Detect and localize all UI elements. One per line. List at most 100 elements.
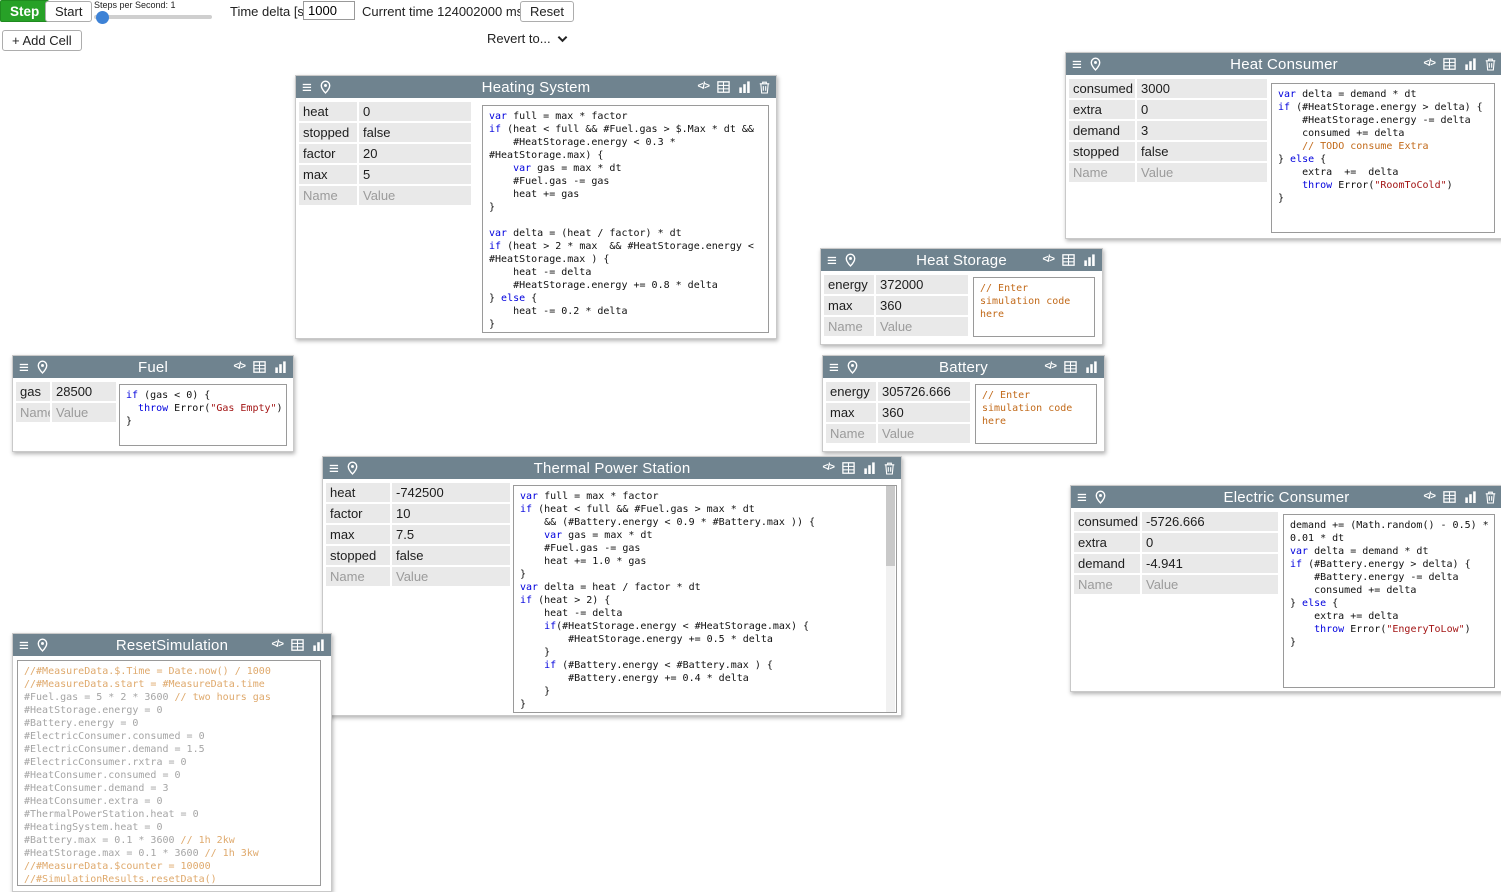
start-button[interactable]: Start xyxy=(45,1,92,22)
table-view-icon[interactable] xyxy=(842,462,855,474)
code-editor[interactable]: // Enter simulation code here xyxy=(975,384,1097,444)
step-button[interactable]: Step xyxy=(0,0,49,22)
attr-value-placeholder[interactable]: Value xyxy=(392,567,510,586)
code-editor[interactable]: // Enter simulation code here xyxy=(973,277,1095,337)
chart-view-icon[interactable] xyxy=(1464,58,1477,70)
code-view-icon[interactable]: </> xyxy=(1424,492,1435,502)
attr-name-cell[interactable]: energy xyxy=(824,275,874,294)
attr-value-cell[interactable]: 3000 xyxy=(1137,79,1267,98)
menu-icon[interactable]: ≡ xyxy=(302,79,312,96)
code-view-icon[interactable]: </> xyxy=(234,362,245,372)
attr-value-cell[interactable]: false xyxy=(1137,142,1267,161)
attr-name-cell[interactable]: heat xyxy=(299,102,357,121)
attr-value-placeholder[interactable]: Value xyxy=(878,424,970,443)
code-view-icon[interactable]: </> xyxy=(272,640,283,650)
attr-value-placeholder[interactable]: Value xyxy=(1137,163,1267,182)
attr-name-placeholder[interactable]: Name xyxy=(1074,575,1140,594)
steps-per-second-slider[interactable] xyxy=(94,11,212,24)
code-view-icon[interactable]: </> xyxy=(1045,362,1056,372)
attr-value-cell[interactable]: 10 xyxy=(392,504,510,523)
reset-button[interactable]: Reset xyxy=(520,1,574,22)
pin-icon[interactable] xyxy=(847,360,858,374)
attr-value-cell[interactable]: 0 xyxy=(359,102,471,121)
attr-value-cell[interactable]: false xyxy=(392,546,510,565)
delete-icon[interactable] xyxy=(1485,491,1496,504)
card-header[interactable]: ≡ Fuel </> xyxy=(13,356,293,378)
attr-name-placeholder[interactable]: Name xyxy=(1069,163,1135,182)
code-editor[interactable]: var full = max * factorif (heat < full &… xyxy=(513,485,897,713)
pin-icon[interactable] xyxy=(845,253,856,267)
delete-icon[interactable] xyxy=(1485,58,1496,71)
attr-name-cell[interactable]: stopped xyxy=(1069,142,1135,161)
attr-name-cell[interactable]: consumed xyxy=(1069,79,1135,98)
attr-name-cell[interactable]: max xyxy=(299,165,357,184)
attr-name-cell[interactable]: consumed xyxy=(1074,512,1140,531)
menu-icon[interactable]: ≡ xyxy=(19,637,29,654)
chart-view-icon[interactable] xyxy=(1083,254,1096,266)
pin-icon[interactable] xyxy=(37,638,48,652)
attr-value-placeholder[interactable]: Value xyxy=(52,403,116,422)
card-header[interactable]: ≡ Battery </> xyxy=(823,356,1104,378)
pin-icon[interactable] xyxy=(1095,490,1106,504)
attr-value-cell[interactable]: false xyxy=(359,123,471,142)
code-view-icon[interactable]: </> xyxy=(1424,59,1435,69)
chart-view-icon[interactable] xyxy=(863,462,876,474)
attr-value-placeholder[interactable]: Value xyxy=(876,317,968,336)
card-header[interactable]: ≡ ResetSimulation </> xyxy=(13,634,331,656)
chart-view-icon[interactable] xyxy=(274,361,287,373)
menu-icon[interactable]: ≡ xyxy=(1072,56,1082,73)
code-view-icon[interactable]: </> xyxy=(1043,255,1054,265)
attr-value-cell[interactable]: -742500 xyxy=(392,483,510,502)
pin-icon[interactable] xyxy=(1090,57,1101,71)
attr-value-placeholder[interactable]: Value xyxy=(359,186,471,205)
slider-knob[interactable] xyxy=(96,11,109,24)
code-editor[interactable]: if (gas < 0) { throw Error("Gas Empty")} xyxy=(119,384,287,446)
attr-value-placeholder[interactable]: Value xyxy=(1142,575,1278,594)
table-view-icon[interactable] xyxy=(1062,254,1075,266)
table-view-icon[interactable] xyxy=(291,639,304,651)
table-view-icon[interactable] xyxy=(1443,491,1456,503)
code-view-icon[interactable]: </> xyxy=(698,82,709,92)
attr-value-cell[interactable]: 3 xyxy=(1137,121,1267,140)
scrollbar-thumb[interactable] xyxy=(886,486,895,566)
code-editor[interactable]: demand += (Math.random() - 0.5) *0.01 * … xyxy=(1283,514,1495,688)
attr-value-cell[interactable]: 305726.666 xyxy=(878,382,970,401)
attr-name-placeholder[interactable]: Name xyxy=(299,186,357,205)
attr-name-cell[interactable]: gas xyxy=(16,382,50,401)
attr-value-cell[interactable]: 5 xyxy=(359,165,471,184)
table-view-icon[interactable] xyxy=(717,81,730,93)
attr-value-cell[interactable]: -5726.666 xyxy=(1142,512,1278,531)
card-header[interactable]: ≡ Thermal Power Station </> xyxy=(323,457,901,479)
attr-name-cell[interactable]: max xyxy=(824,296,874,315)
attr-name-cell[interactable]: stopped xyxy=(299,123,357,142)
attr-value-cell[interactable]: 28500 xyxy=(52,382,116,401)
chart-view-icon[interactable] xyxy=(738,81,751,93)
attr-name-cell[interactable]: extra xyxy=(1074,533,1140,552)
menu-icon[interactable]: ≡ xyxy=(829,359,839,376)
card-header[interactable]: ≡ Electric Consumer </> xyxy=(1071,486,1501,508)
attr-name-placeholder[interactable]: Name xyxy=(16,403,50,422)
attr-name-cell[interactable]: max xyxy=(826,403,876,422)
attr-name-cell[interactable]: stopped xyxy=(326,546,390,565)
attr-value-cell[interactable]: 360 xyxy=(878,403,970,422)
code-editor[interactable]: var delta = demand * dtif (#HeatStorage.… xyxy=(1271,83,1495,233)
chart-view-icon[interactable] xyxy=(312,639,325,651)
table-view-icon[interactable] xyxy=(1443,58,1456,70)
attr-value-cell[interactable]: 20 xyxy=(359,144,471,163)
attr-value-cell[interactable]: 7.5 xyxy=(392,525,510,544)
chart-view-icon[interactable] xyxy=(1464,491,1477,503)
attr-name-cell[interactable]: demand xyxy=(1074,554,1140,573)
attr-value-cell[interactable]: -4.941 xyxy=(1142,554,1278,573)
revert-dropdown[interactable]: Revert to... xyxy=(487,31,568,46)
time-delta-input[interactable] xyxy=(303,1,355,20)
attr-name-cell[interactable]: factor xyxy=(326,504,390,523)
attr-value-cell[interactable]: 360 xyxy=(876,296,968,315)
attr-name-cell[interactable]: extra xyxy=(1069,100,1135,119)
card-header[interactable]: ≡ Heating System </> xyxy=(296,76,776,98)
code-editor[interactable]: var full = max * factorif (heat < full &… xyxy=(482,105,769,333)
card-header[interactable]: ≡ Heat Storage </> xyxy=(821,249,1102,271)
code-editor[interactable]: //#MeasureData.$.Time = Date.now() / 100… xyxy=(17,660,321,886)
add-cell-button[interactable]: + Add Cell xyxy=(2,30,82,51)
attr-name-cell[interactable]: max xyxy=(326,525,390,544)
slider-track[interactable] xyxy=(94,15,212,19)
